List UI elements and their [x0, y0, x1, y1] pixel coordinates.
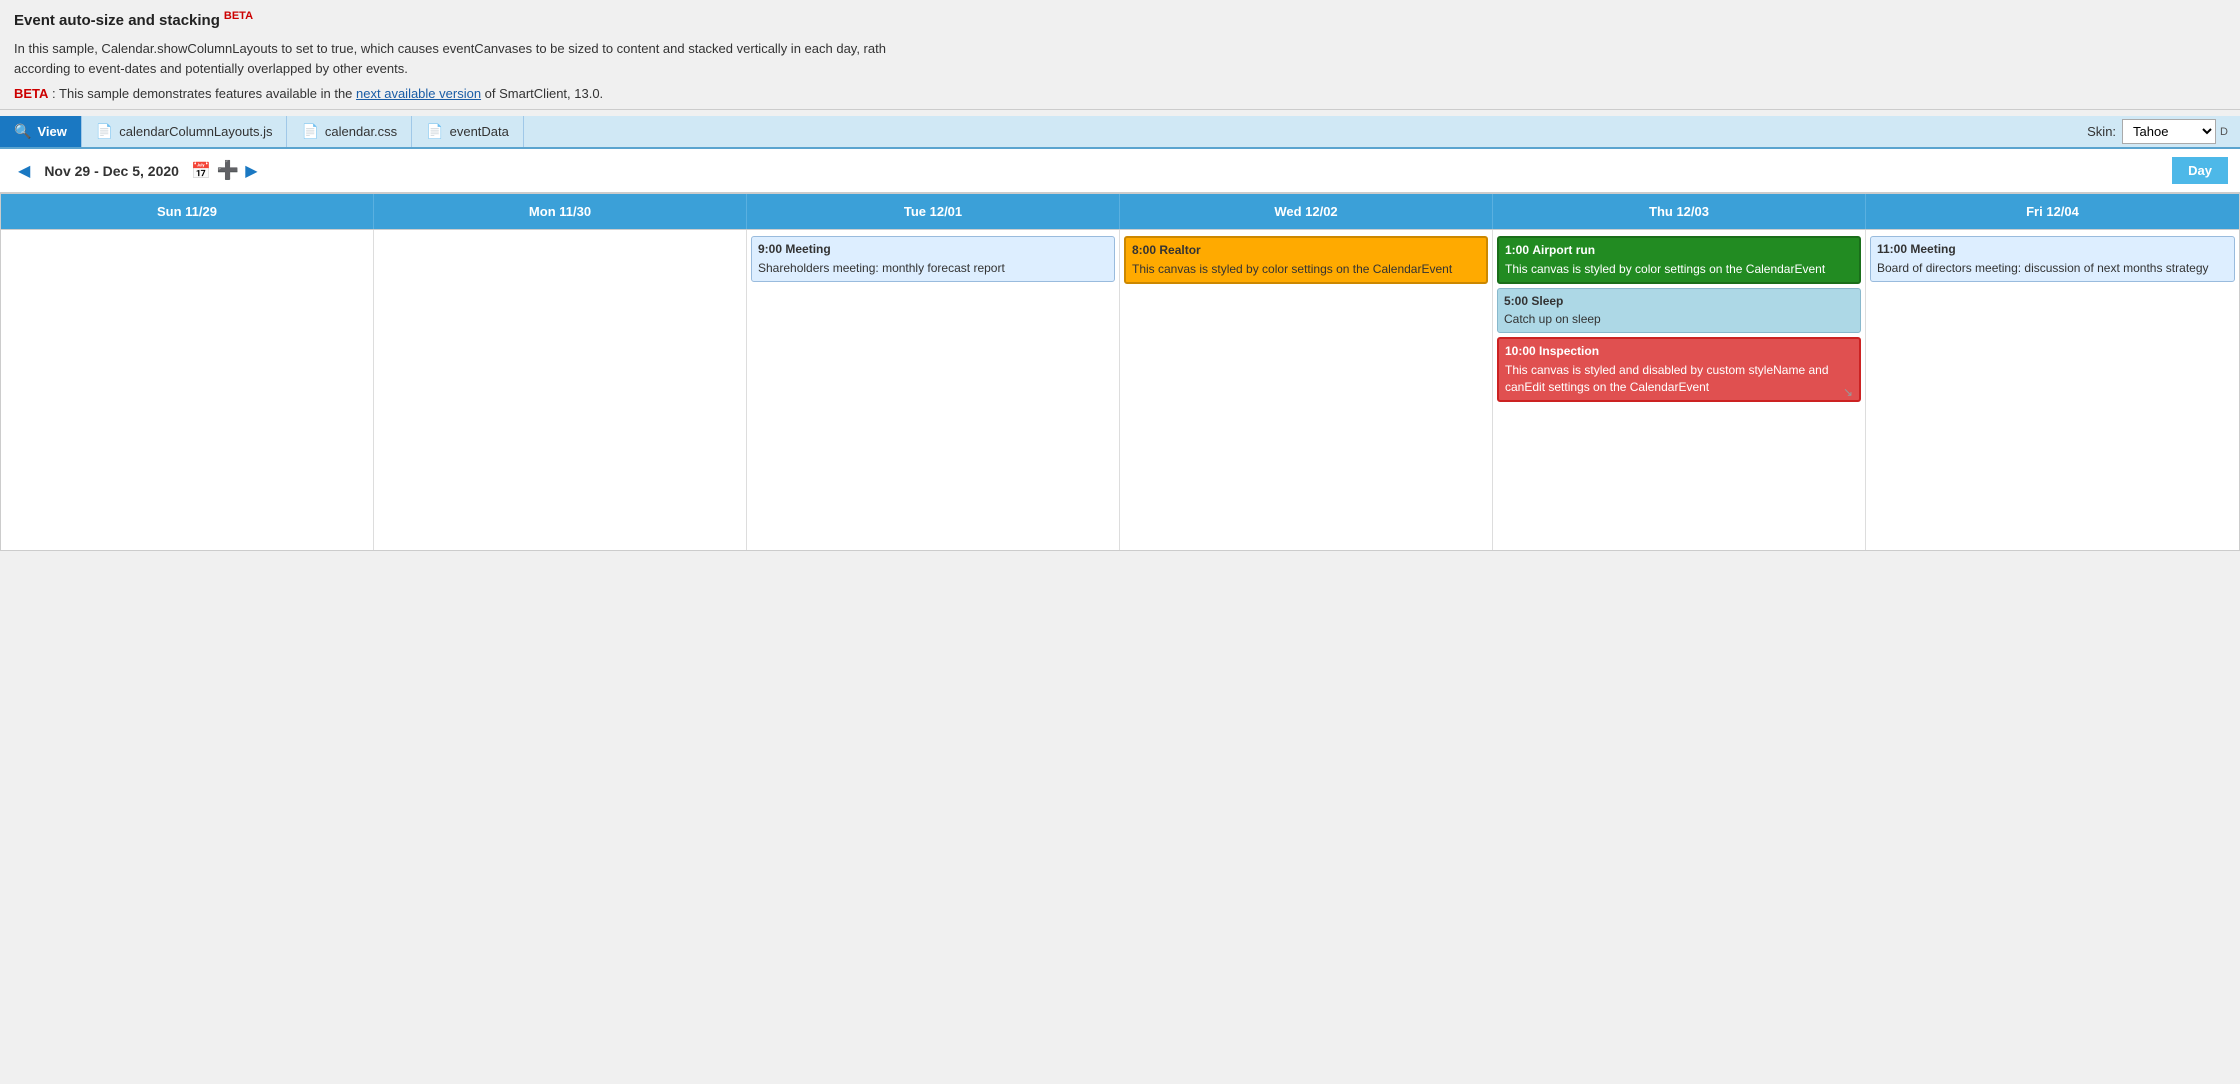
cell-wed: 8:00 Realtor This canvas is styled by co… [1120, 230, 1493, 550]
skin-select[interactable]: Tahoe Simplicity Enterprise BlackOps [2122, 119, 2216, 144]
file-icon-2: 📄 [301, 123, 318, 140]
tab-view-label: View [37, 124, 66, 139]
day-header-sun: Sun 11/29 [1, 194, 374, 229]
skin-extra-label: D [2220, 126, 2228, 138]
event-header: 8:00 Realtor [1132, 242, 1480, 259]
event-desc-realtor: This canvas is styled by color settings … [1132, 261, 1480, 278]
event-desc-airport: This canvas is styled by color settings … [1505, 261, 1853, 278]
tab-css[interactable]: 📄 calendar.css [287, 116, 412, 147]
cell-thu: 1:00 Airport run This canvas is styled b… [1493, 230, 1866, 550]
page-title: Event auto-size and stacking BETA [14, 10, 2226, 29]
event-header-fri: 11:00 Meeting [1877, 241, 2228, 258]
event-time: 9:00 Meeting [758, 241, 1108, 258]
resize-handle: ↘ [1843, 384, 1855, 396]
header-section: Event auto-size and stacking BETA In this… [0, 0, 2240, 110]
add-event-icon[interactable]: ➕ [217, 160, 239, 181]
skin-selector: Skin: Tahoe Simplicity Enterprise BlackO… [2087, 119, 2240, 144]
beta-note-suffix: of SmartClient, 13.0. [481, 86, 603, 101]
beta-label: BETA [14, 86, 48, 101]
calendar-container: Sun 11/29 Mon 11/30 Tue 12/01 Wed 12/02 … [0, 193, 2240, 551]
cell-sun [1, 230, 374, 550]
day-header-tue: Tue 12/01 [747, 194, 1120, 229]
event-thu-airport[interactable]: 1:00 Airport run This canvas is styled b… [1497, 236, 1861, 284]
tabs-bar: 🔍 View 📄 calendarColumnLayouts.js 📄 cale… [0, 116, 2240, 149]
calendar-body-row: 9:00 Meeting Shareholders meeting: month… [1, 229, 2239, 550]
event-thu-sleep[interactable]: 5:00 Sleep Catch up on sleep [1497, 288, 1861, 334]
next-version-link[interactable]: next available version [356, 86, 481, 101]
event-tue-meeting[interactable]: 9:00 Meeting Shareholders meeting: month… [751, 236, 1115, 282]
tab-column-layouts[interactable]: 📄 calendarColumnLayouts.js [82, 116, 288, 147]
day-header-thu: Thu 12/03 [1493, 194, 1866, 229]
prev-arrow[interactable]: ◀ [12, 161, 36, 181]
day-header-mon: Mon 11/30 [374, 194, 747, 229]
file-icon-3: 📄 [426, 123, 443, 140]
event-fri-meeting[interactable]: 11:00 Meeting Board of directors meeting… [1870, 236, 2235, 282]
event-desc: Shareholders meeting: monthly forecast r… [758, 260, 1108, 277]
tab-css-label: calendar.css [325, 124, 397, 139]
event-header-airport: 1:00 Airport run [1505, 242, 1853, 259]
cell-mon [374, 230, 747, 550]
file-icon-1: 📄 [96, 123, 113, 140]
beta-note: BETA : This sample demonstrates features… [14, 86, 2226, 101]
event-desc-inspection: This canvas is styled and disabled by cu… [1505, 362, 1853, 396]
next-arrow[interactable]: ▶ [239, 161, 263, 181]
beta-badge: BETA [224, 10, 253, 22]
search-icon: 🔍 [14, 123, 31, 140]
calendar-icon[interactable]: 📅 [191, 161, 211, 181]
skin-label: Skin: [2087, 124, 2116, 139]
event-header-sleep: 5:00 Sleep [1504, 293, 1854, 310]
title-text: Event auto-size and stacking [14, 12, 220, 29]
event-desc-fri: Board of directors meeting: discussion o… [1877, 260, 2228, 277]
day-header-fri: Fri 12/04 [1866, 194, 2239, 229]
description-line1: In this sample, Calendar.showColumnLayou… [14, 39, 2226, 59]
tab-event-data-label: eventData [450, 124, 509, 139]
event-header-inspection: 10:00 Inspection [1505, 343, 1853, 360]
day-button[interactable]: Day [2172, 157, 2228, 184]
day-header-wed: Wed 12/02 [1120, 194, 1493, 229]
event-wed-realtor[interactable]: 8:00 Realtor This canvas is styled by co… [1124, 236, 1488, 284]
tab-event-data[interactable]: 📄 eventData [412, 116, 524, 147]
calendar-nav: ◀ Nov 29 - Dec 5, 2020 📅 ➕ ▶ Day [0, 149, 2240, 193]
tab-view[interactable]: 🔍 View [0, 116, 82, 147]
event-desc-sleep: Catch up on sleep [1504, 311, 1854, 328]
description-line2: according to event-dates and potentially… [14, 59, 2226, 79]
beta-note-text: : This sample demonstrates features avai… [48, 86, 356, 101]
calendar-header-row: Sun 11/29 Mon 11/30 Tue 12/01 Wed 12/02 … [1, 194, 2239, 229]
tab-column-layouts-label: calendarColumnLayouts.js [119, 124, 272, 139]
date-range: Nov 29 - Dec 5, 2020 [44, 163, 179, 179]
cell-fri: 11:00 Meeting Board of directors meeting… [1866, 230, 2239, 550]
cell-tue: 9:00 Meeting Shareholders meeting: month… [747, 230, 1120, 550]
event-thu-inspection[interactable]: 10:00 Inspection This canvas is styled a… [1497, 337, 1861, 401]
description: In this sample, Calendar.showColumnLayou… [14, 39, 2226, 78]
